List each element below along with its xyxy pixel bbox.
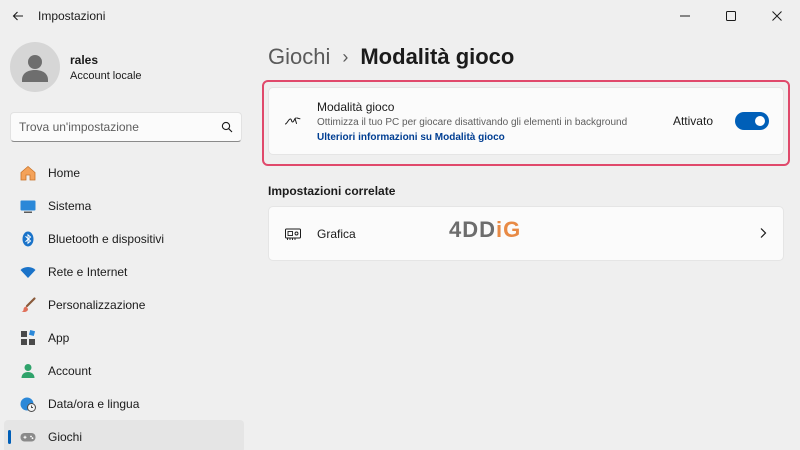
breadcrumb-parent[interactable]: Giochi (268, 44, 330, 70)
graphics-card-icon (283, 224, 303, 244)
game-mode-icon (283, 111, 303, 131)
sidebar-nav: Home Sistema Bluetooth e dispositivi Ret… (4, 156, 244, 450)
page-title: Modalità gioco (360, 44, 515, 69)
user-avatar-icon (22, 55, 48, 82)
sidebar-item-app[interactable]: App (4, 321, 244, 354)
title-bar: Impostazioni (0, 0, 800, 32)
brush-icon (18, 295, 38, 315)
sidebar-item-giochi[interactable]: Giochi (4, 420, 244, 450)
sidebar-item-label: Data/ora e lingua (48, 396, 140, 411)
toggle-knob (755, 116, 765, 126)
sidebar-item-label: App (48, 330, 70, 345)
sidebar-item-label: Account (48, 363, 92, 378)
search-icon[interactable] (221, 121, 233, 133)
user-name: rales (70, 52, 99, 67)
home-icon (18, 163, 38, 183)
maximize-icon (726, 11, 736, 21)
sidebar-item-sistema[interactable]: Sistema (4, 189, 244, 222)
apps-icon (18, 328, 38, 348)
avatar (10, 42, 60, 92)
watermark-logo: 4DDiG (449, 217, 522, 242)
sidebar-item-personalizzazione[interactable]: Personalizzazione (4, 288, 244, 321)
sidebar-item-rete[interactable]: Rete e Internet (4, 255, 244, 288)
game-mode-text: Modalità gioco Ottimizza il tuo PC per g… (317, 100, 673, 143)
user-card[interactable]: rales Account locale (10, 42, 142, 92)
bluetooth-icon (18, 229, 38, 249)
related-settings-heading: Impostazioni correlate (268, 184, 396, 198)
minimize-icon (680, 15, 690, 17)
main-content: Giochi › Modalità gioco Modalità gioco O… (262, 32, 792, 450)
related-item-grafica[interactable]: Grafica 4DDiG (268, 206, 784, 261)
breadcrumb-separator: › (342, 46, 349, 67)
toggle-state-label: Attivato (672, 114, 713, 128)
sidebar-item-home[interactable]: Home (4, 156, 244, 189)
sidebar-item-data-ora[interactable]: Data/ora e lingua (4, 387, 244, 420)
arrow-left-icon (12, 11, 23, 21)
search-box[interactable] (10, 112, 242, 142)
account-icon (18, 361, 38, 381)
game-mode-card: Modalità gioco Ottimizza il tuo PC per g… (268, 87, 784, 155)
related-item-label: Grafica (317, 226, 356, 241)
game-mode-toggle[interactable] (735, 112, 769, 130)
system-icon (18, 196, 38, 216)
window-controls (662, 0, 800, 32)
minimize-button[interactable] (662, 0, 708, 32)
chevron-right-icon (760, 228, 767, 238)
breadcrumb: Giochi › Modalità gioco (268, 44, 514, 70)
sidebar: rales Account locale Home (0, 32, 250, 450)
sidebar-item-label: Home (48, 165, 81, 180)
game-mode-title: Modalità gioco (317, 99, 395, 114)
game-mode-description: Ottimizza il tuo PC per giocare disattiv… (317, 116, 628, 128)
user-info: rales Account locale (70, 53, 142, 82)
globe-clock-icon (18, 394, 38, 414)
wifi-icon (18, 262, 38, 282)
account-type: Account locale (70, 69, 142, 82)
sidebar-item-bluetooth[interactable]: Bluetooth e dispositivi (4, 222, 244, 255)
sidebar-item-label: Rete e Internet (48, 264, 128, 279)
game-mode-learn-more-link[interactable]: Ulteriori informazioni su Modalità gioco (317, 132, 673, 143)
sidebar-item-account[interactable]: Account (4, 354, 244, 387)
sidebar-item-label: Bluetooth e dispositivi (48, 231, 165, 246)
close-icon (772, 11, 782, 21)
search-input[interactable] (19, 120, 221, 134)
gamepad-icon (18, 427, 38, 447)
app-title: Impostazioni (38, 9, 106, 23)
maximize-button[interactable] (708, 0, 754, 32)
close-button[interactable] (754, 0, 800, 32)
sidebar-item-label: Sistema (48, 198, 92, 213)
back-button[interactable] (2, 0, 34, 32)
sidebar-item-label: Personalizzazione (48, 297, 146, 312)
sidebar-item-label: Giochi (48, 429, 83, 444)
